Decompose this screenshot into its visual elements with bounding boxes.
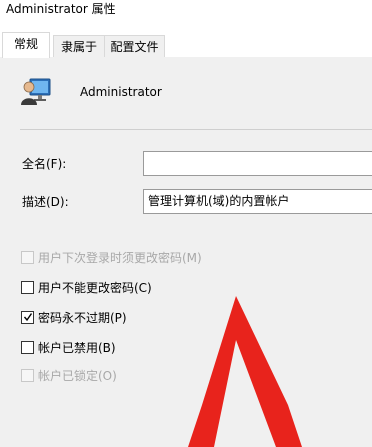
description-field[interactable]: 管理计算机(域)的内置帐户 [143, 189, 372, 214]
checkmark-icon [24, 313, 32, 322]
window-title: Administrator 属性 [6, 2, 116, 16]
checkbox[interactable] [21, 341, 34, 354]
description-label: 描述(D): [22, 195, 69, 209]
fullname-label: 全名(F): [22, 157, 67, 171]
option-label: 帐户已禁用(B) [38, 341, 116, 355]
checkbox[interactable] [21, 251, 34, 264]
user-monitor-icon [21, 78, 51, 105]
checkbox[interactable] [21, 311, 34, 324]
title-bar[interactable]: Administrator 属性 [0, 0, 372, 24]
fullname-field[interactable] [143, 151, 372, 176]
properties-dialog: Administrator 属性 常规 隶属于 配置文件 Administrat… [0, 0, 372, 447]
tab-general[interactable]: 常规 [2, 32, 50, 58]
option-label: 用户不能更改密码(C) [38, 281, 152, 295]
tab-member-of[interactable]: 隶属于 [53, 35, 105, 57]
option-label: 用户下次登录时须更改密码(M) [38, 251, 202, 265]
separator [20, 129, 372, 130]
option-label: 密码永不过期(P) [38, 311, 127, 325]
option-label: 帐户已锁定(O) [38, 369, 117, 383]
user-name: Administrator [80, 85, 162, 99]
tab-profile[interactable]: 配置文件 [104, 35, 165, 57]
checkbox[interactable] [21, 369, 34, 382]
checkbox[interactable] [21, 281, 34, 294]
